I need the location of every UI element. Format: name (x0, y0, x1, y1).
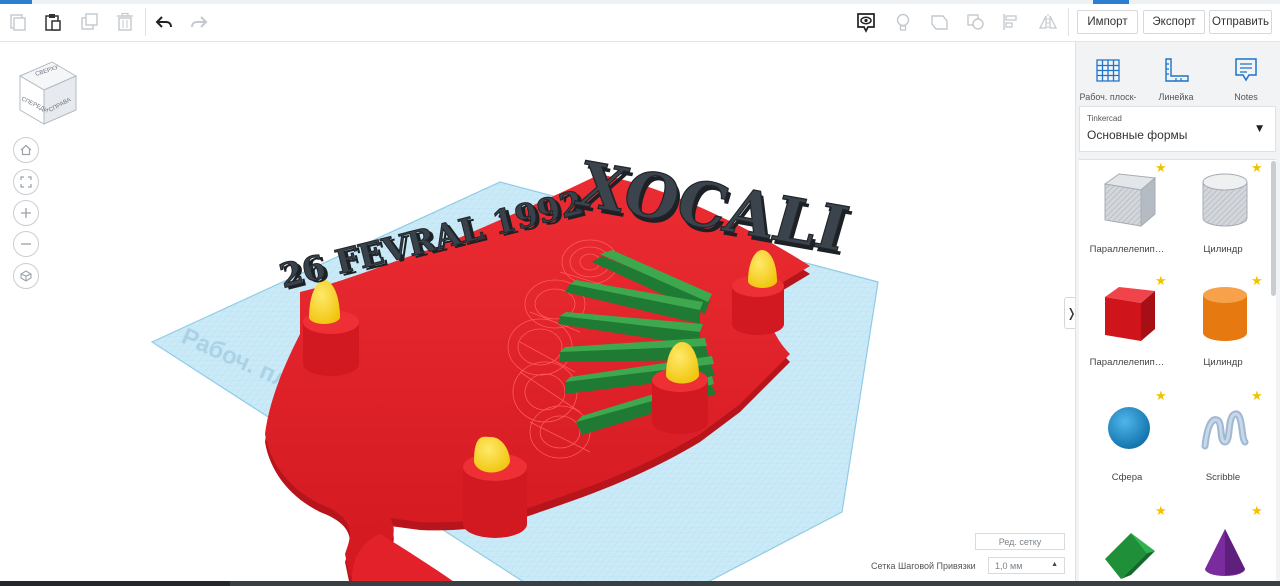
top-toolbar: Импорт Экспорт Отправить (0, 0, 1280, 42)
edit-grid-button[interactable]: Ред. сетку (975, 533, 1065, 550)
snap-grid-value: 1,0 мм (995, 560, 1023, 571)
align-button[interactable] (998, 9, 1024, 35)
mirror-icon (1038, 14, 1058, 30)
library-name: Основные формы (1087, 128, 1188, 142)
notes-tool-label: Notes (1234, 92, 1258, 102)
mirror-button[interactable] (1035, 9, 1061, 35)
cone-icon (1205, 529, 1245, 576)
home-view-button[interactable] (13, 137, 39, 163)
light-bulb-icon (896, 13, 910, 31)
duplicate-button[interactable] (77, 9, 103, 35)
send-to-button[interactable]: Отправить (1209, 10, 1272, 34)
ruler-tool-label: Линейка (1158, 92, 1194, 102)
shape-label: Параллелепип… (1089, 244, 1165, 255)
shape-grid: ★ Параллелепип… ★ Цилиндр ★ Параллелепип… (1079, 159, 1276, 586)
caret-down-icon: ▼ (1256, 124, 1263, 134)
fit-icon (20, 176, 32, 188)
view-cube[interactable]: СВЕРХУ СПЕРЕДИ СПРАВА (12, 56, 82, 130)
ungroup-button[interactable] (963, 9, 989, 35)
shape-label: Параллелепип… (1089, 357, 1165, 368)
snap-grid-label: Сетка Шаговой Привязки (871, 561, 976, 571)
box-red-icon (1105, 287, 1155, 341)
redo-button[interactable] (186, 9, 212, 35)
import-button[interactable]: Импорт (1077, 10, 1138, 34)
undo-button[interactable] (151, 9, 177, 35)
copy-button[interactable] (5, 9, 31, 35)
workplane-tool[interactable]: Рабоч. плоск-ть (1078, 50, 1138, 113)
shape-label: Сфера (1111, 472, 1143, 483)
notes-tool-button[interactable] (853, 9, 879, 35)
light-bulb-button[interactable] (890, 9, 916, 35)
perspective-cube-icon (20, 270, 32, 282)
speech-bubble-eye-icon (857, 13, 875, 33)
minus-icon (21, 243, 31, 245)
ruler-tool[interactable]: Линейка (1146, 50, 1206, 110)
shape-label: Scribble (1205, 472, 1241, 483)
shape-library-select[interactable]: Tinkercad Основные формы ▼ (1079, 106, 1276, 152)
export-button[interactable]: Экспорт (1143, 10, 1205, 34)
shape-label: Цилиндр (1203, 357, 1243, 368)
shapes-panel: Рабоч. плоск-ть Линейка Notes Tinkercad … (1075, 42, 1280, 586)
library-source-label: Tinkercad (1087, 114, 1122, 123)
paste-button[interactable] (40, 9, 66, 35)
shape-roof[interactable]: ★ (1079, 503, 1175, 586)
delete-button[interactable] (112, 9, 138, 35)
shape-scribble[interactable]: ★ Scribble (1175, 388, 1271, 498)
copy-icon (10, 14, 26, 31)
perspective-button[interactable] (13, 263, 39, 289)
shape-box-red[interactable]: ★ Параллелепип… (1079, 273, 1175, 383)
snap-grid-select[interactable]: 1,0 мм ▲ (988, 557, 1065, 574)
shape-box-transparent[interactable]: ★ Параллелепип… (1079, 160, 1175, 270)
notes-tool[interactable]: Notes (1216, 50, 1276, 110)
workplane-grid-icon (1096, 59, 1120, 82)
cylinder-transparent-icon (1202, 173, 1248, 227)
undo-icon (155, 16, 172, 28)
home-icon (20, 144, 32, 156)
note-bubble-icon (1235, 58, 1257, 82)
shape-cone[interactable]: ★ (1175, 503, 1271, 586)
3d-viewport[interactable]: Рабоч. пл. 26 FEVRAL 1992 26 FEVRAL 1992… (0, 42, 1075, 586)
duplicate-icon (81, 13, 98, 30)
roof-icon (1105, 533, 1155, 579)
zoom-in-button[interactable] (13, 200, 39, 226)
scribble-icon (1201, 410, 1249, 450)
top-strip (0, 0, 1280, 4)
plus-icon (21, 208, 31, 218)
align-icon (1003, 14, 1017, 30)
ungroup-icon (967, 14, 984, 30)
fit-view-button[interactable] (13, 169, 39, 195)
shape-cylinder-orange[interactable]: ★ Цилиндр (1175, 273, 1271, 383)
toolbar-separator (145, 8, 146, 36)
trash-icon (117, 12, 133, 31)
tinkercad-app: Импорт Экспорт Отправить Рабоч. пл. 26 F… (0, 0, 1280, 586)
box-transparent-icon (1103, 173, 1157, 228)
group-button[interactable] (927, 9, 953, 35)
group-icon (931, 15, 948, 30)
shapes-scrollbar[interactable] (1271, 161, 1276, 296)
shape-label: Цилиндр (1203, 244, 1243, 255)
shape-sphere[interactable]: ★ Сфера (1079, 388, 1175, 498)
zoom-out-button[interactable] (13, 231, 39, 257)
bottom-taskbar-strip (0, 581, 1280, 586)
3d-scene[interactable]: Рабоч. пл. 26 FEVRAL 1992 26 FEVRAL 1992… (0, 42, 1075, 586)
sphere-icon (1108, 407, 1150, 449)
toolbar-separator (1068, 8, 1069, 36)
caret-up-icon: ▲ (1051, 561, 1058, 568)
paste-icon (45, 14, 61, 31)
cylinder-orange-icon (1203, 287, 1247, 341)
redo-icon (191, 16, 208, 28)
shape-cylinder-transparent[interactable]: ★ Цилиндр (1175, 160, 1271, 270)
ruler-icon (1165, 58, 1189, 82)
